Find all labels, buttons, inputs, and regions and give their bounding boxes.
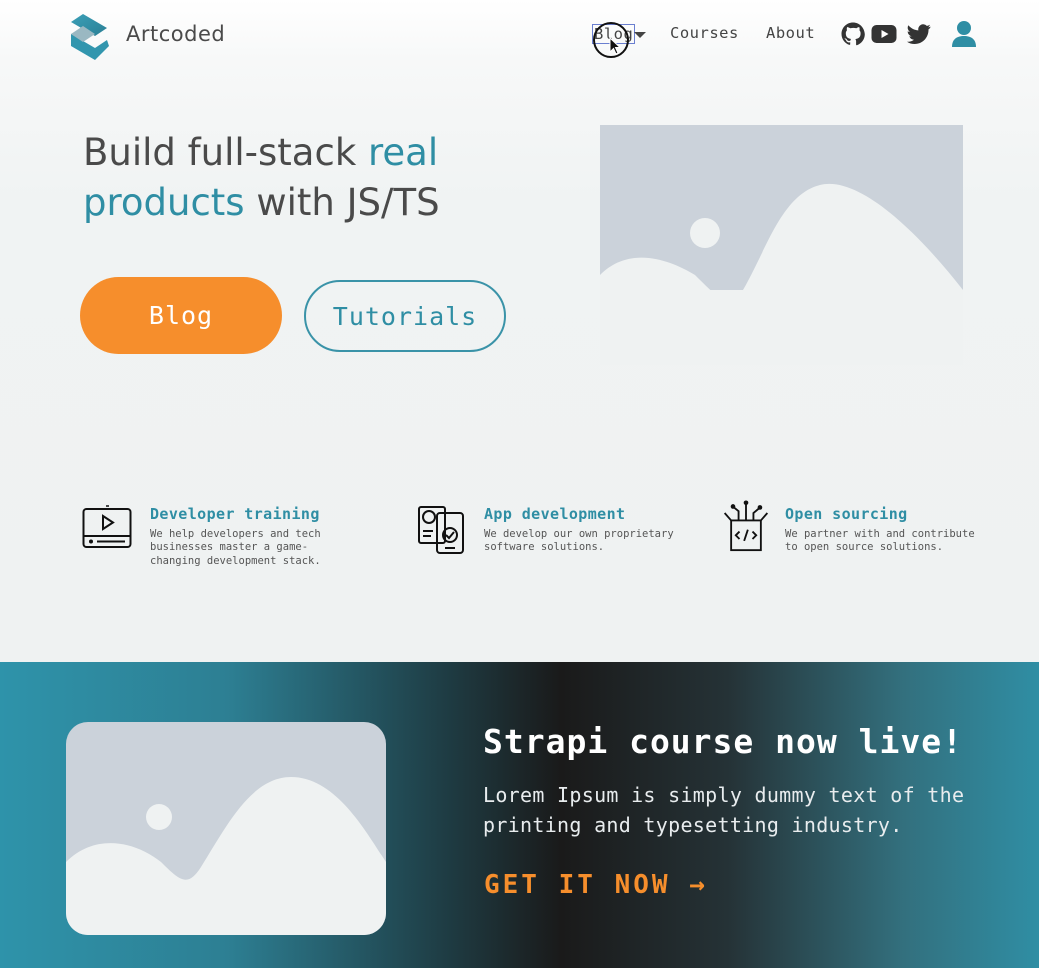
banner-text: Lorem Ipsum is simply dummy text of the … — [483, 783, 965, 837]
get-it-now-link[interactable]: GET IT NOW → — [484, 870, 708, 900]
feature-title-app: App development — [484, 505, 626, 523]
twitter-icon[interactable] — [906, 22, 932, 46]
feature-title-opensource: Open sourcing — [785, 505, 908, 523]
github-icon[interactable] — [840, 22, 866, 46]
video-player-icon — [82, 505, 132, 548]
nav-courses[interactable]: Courses — [670, 24, 739, 42]
blog-button[interactable]: Blog — [80, 277, 282, 354]
mouse-cursor-icon — [609, 37, 622, 55]
chevron-down-icon[interactable] — [634, 32, 646, 38]
hero-title: Build full-stack real products with JS/T… — [83, 131, 440, 224]
course-banner: Strapi course now live! Lorem Ipsum is s… — [0, 662, 1039, 968]
feature-desc-training: We help developers and tech businesses m… — [150, 528, 321, 567]
open-source-box-icon — [723, 500, 769, 552]
banner-image-placeholder — [66, 722, 386, 935]
hero-image-placeholder — [600, 125, 963, 365]
app-devices-icon — [418, 506, 464, 554]
user-icon[interactable] — [951, 20, 977, 48]
nav-about[interactable]: About — [766, 24, 815, 42]
feature-desc-app: We develop our own proprietary software … — [484, 528, 674, 554]
feature-desc-opensource: We partner with and contribute to open s… — [785, 528, 975, 554]
tutorials-button[interactable]: Tutorials — [304, 280, 506, 352]
youtube-icon[interactable] — [871, 22, 897, 46]
feature-title-training: Developer training — [150, 505, 320, 523]
brand-name[interactable]: Artcoded — [126, 22, 225, 46]
artcoded-logo[interactable] — [65, 12, 115, 62]
banner-title: Strapi course now live! — [483, 722, 963, 761]
